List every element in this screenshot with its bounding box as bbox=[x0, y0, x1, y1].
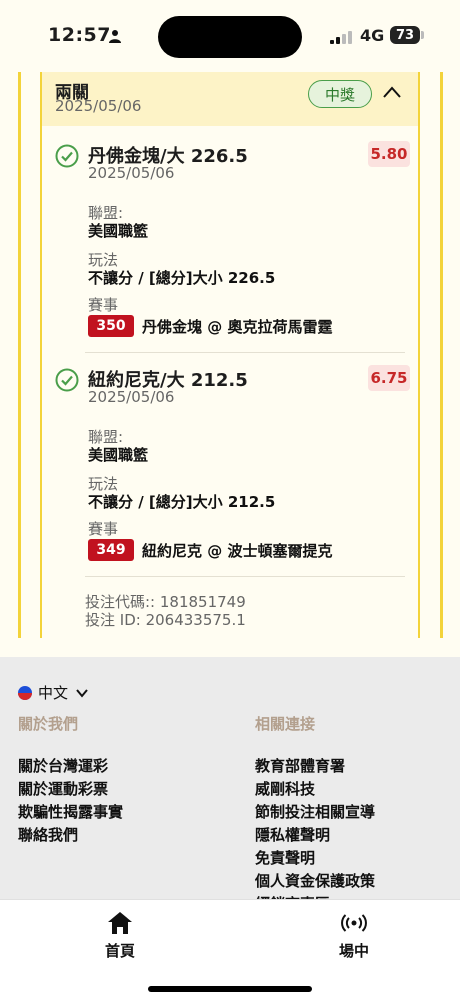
site-footer: 中文 關於我們 關於台灣運彩 關於運動彩票 欺騙性揭露事實 聯絡我們 相關連接 … bbox=[0, 657, 460, 913]
related-heading: 相關連接 bbox=[255, 715, 316, 733]
play-value: 不讓分 / [總分]大小 226.5 bbox=[88, 269, 276, 287]
tab-home-label: 首頁 bbox=[104, 942, 135, 960]
home-icon bbox=[108, 912, 132, 934]
bet-leg: 紐約尼克/大 212.5 2025/05/06 6.75 聯盟: 美國職籃 玩法… bbox=[42, 350, 418, 580]
person-icon bbox=[109, 30, 121, 43]
footer-link[interactable]: 關於運動彩票 bbox=[18, 778, 123, 801]
odds-badge: 5.80 bbox=[368, 141, 410, 167]
event-label: 賽事 bbox=[88, 296, 119, 314]
dynamic-island bbox=[158, 16, 302, 58]
footer-link[interactable]: 威剛科技 bbox=[255, 778, 375, 801]
check-circle-icon bbox=[55, 368, 79, 392]
language-selector[interactable]: 中文 bbox=[18, 682, 88, 703]
about-heading: 關於我們 bbox=[18, 715, 79, 733]
broadcast-icon bbox=[341, 914, 367, 932]
tab-home[interactable]: 首頁 bbox=[80, 910, 160, 961]
footer-link[interactable]: 聯絡我們 bbox=[18, 824, 123, 847]
related-links: 教育部體育署 威剛科技 節制投注相關宣導 隱私權聲明 免責聲明 個人資金保護政策… bbox=[255, 755, 375, 916]
language-label: 中文 bbox=[38, 684, 69, 702]
footer-link[interactable]: 免責聲明 bbox=[255, 847, 375, 870]
event-number-badge: 349 bbox=[88, 539, 134, 561]
leg-date: 2025/05/06 bbox=[88, 388, 175, 406]
network-type: 4G bbox=[360, 26, 385, 45]
footer-link[interactable]: 隱私權聲明 bbox=[255, 824, 375, 847]
status-bar: 12:57 4G 73 bbox=[0, 0, 460, 72]
home-indicator bbox=[148, 986, 312, 992]
footer-link[interactable]: 關於台灣運彩 bbox=[18, 755, 123, 778]
leg-date: 2025/05/06 bbox=[88, 164, 175, 182]
league-value: 美國職籃 bbox=[88, 222, 149, 240]
signal-icon bbox=[330, 31, 352, 44]
play-value: 不讓分 / [總分]大小 212.5 bbox=[88, 493, 276, 511]
event-number-badge: 350 bbox=[88, 315, 134, 337]
footer-link[interactable]: 個人資金保護政策 bbox=[255, 870, 375, 893]
tab-live-label: 場中 bbox=[338, 942, 369, 960]
bet-leg: 丹佛金塊/大 226.5 2025/05/06 5.80 聯盟: 美國職籃 玩法… bbox=[42, 126, 418, 356]
status-time: 12:57 bbox=[48, 24, 111, 46]
bet-card: 兩關 2025/05/06 中獎 丹佛金塊/大 226.5 2025/05/06… bbox=[40, 72, 420, 638]
bet-card-header[interactable]: 兩關 2025/05/06 中獎 bbox=[42, 72, 418, 126]
bet-date: 2025/05/06 bbox=[55, 97, 142, 115]
bottom-tab-bar: 首頁 場中 bbox=[0, 899, 460, 1000]
footer-link[interactable]: 節制投注相關宣導 bbox=[255, 801, 375, 824]
chevron-down-icon bbox=[76, 688, 88, 698]
event-label: 賽事 bbox=[88, 520, 119, 538]
event-name: 丹佛金塊 @ 奧克拉荷馬雷霆 bbox=[142, 318, 333, 336]
chevron-up-icon[interactable] bbox=[382, 84, 402, 100]
bet-id: 投注 ID: 206433575.1 bbox=[85, 611, 246, 629]
battery-level: 73 bbox=[395, 27, 415, 43]
event-name: 紐約尼克 @ 波士頓塞爾提克 bbox=[142, 542, 333, 560]
flag-icon bbox=[18, 685, 32, 700]
about-links: 關於台灣運彩 關於運動彩票 欺騙性揭露事實 聯絡我們 bbox=[18, 755, 123, 847]
footer-link[interactable]: 欺騙性揭露事實 bbox=[18, 801, 123, 824]
league-value: 美國職籃 bbox=[88, 446, 149, 464]
battery-cap bbox=[421, 31, 424, 39]
check-circle-icon bbox=[55, 144, 79, 168]
tab-live[interactable]: 場中 bbox=[314, 910, 394, 961]
leg-divider bbox=[85, 576, 405, 577]
battery-icon: 73 bbox=[390, 26, 420, 44]
odds-badge: 6.75 bbox=[368, 365, 410, 391]
footer-link[interactable]: 教育部體育署 bbox=[255, 755, 375, 778]
win-status-badge: 中獎 bbox=[308, 80, 372, 108]
